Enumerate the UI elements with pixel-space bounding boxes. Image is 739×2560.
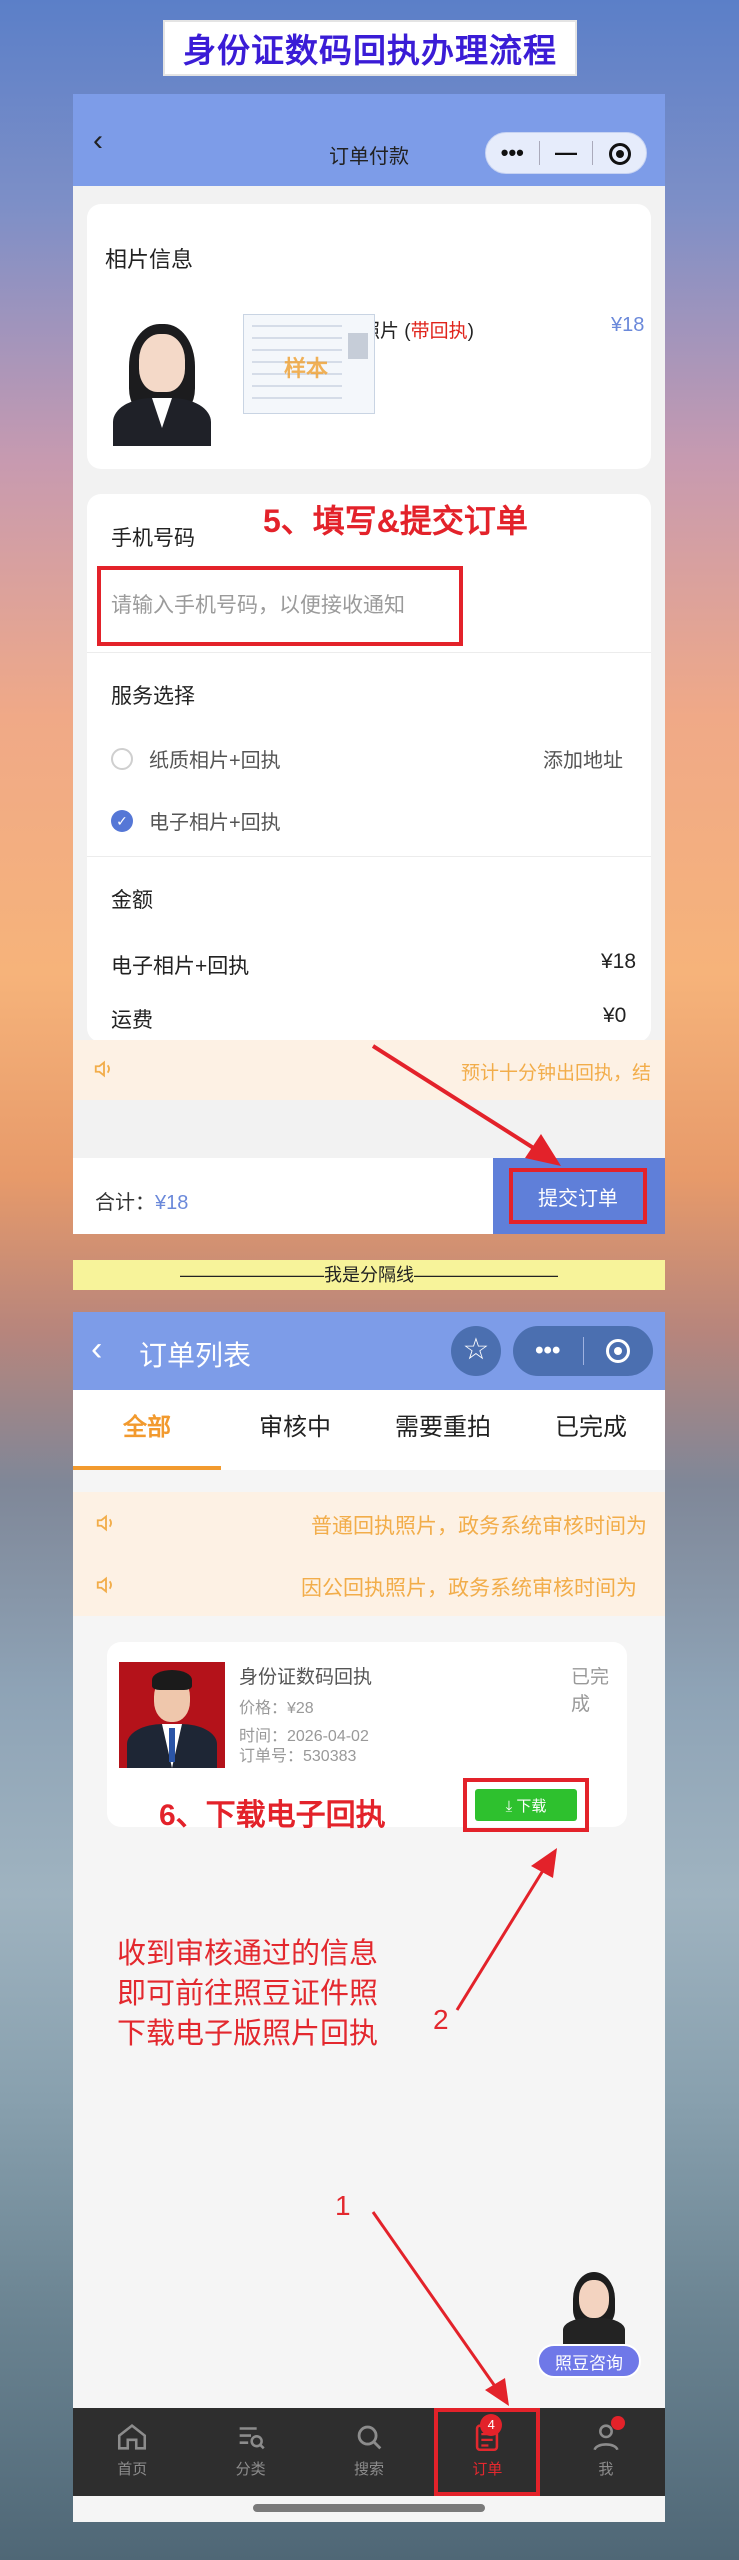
- tabbar-item-home[interactable]: 首页: [73, 2408, 191, 2496]
- order-list-screen: ‹ 订单列表 ☆ ••• 全部 审核中 需要重拍 已完成 普通回执照片，政务系统…: [73, 1312, 665, 2522]
- bottom-tabbar: 首页 分类 搜索 4 订单 我: [73, 2408, 665, 2496]
- home-indicator: [253, 2504, 485, 2512]
- search-icon: [357, 2425, 382, 2450]
- tabbar-item-me[interactable]: 我: [547, 2408, 665, 2496]
- separator-strip: ————————我是分隔线————————: [73, 1260, 665, 1290]
- order-payment-screen: ‹ 订单付款 ••• — 相片信息 深圳市身份证照片 (带回执) ¥18 样本 …: [73, 94, 665, 1234]
- title-text: 身份证数码回执办理流程: [183, 32, 557, 69]
- home-icon: [118, 2424, 147, 2450]
- consult-button[interactable]: 照豆咨询: [537, 2344, 641, 2378]
- tabbar-item-orders[interactable]: 4 订单: [428, 2408, 546, 2496]
- consult-avatar[interactable]: [559, 2270, 629, 2348]
- title-banner: 身份证数码回执办理流程: [163, 20, 577, 76]
- category-icon: [239, 2427, 265, 2450]
- tabbar-item-search[interactable]: 搜索: [310, 2408, 428, 2496]
- arrow-annotation: [371, 1044, 561, 1166]
- tabbar-item-category[interactable]: 分类: [191, 2408, 309, 2496]
- notification-dot: [610, 2416, 625, 2430]
